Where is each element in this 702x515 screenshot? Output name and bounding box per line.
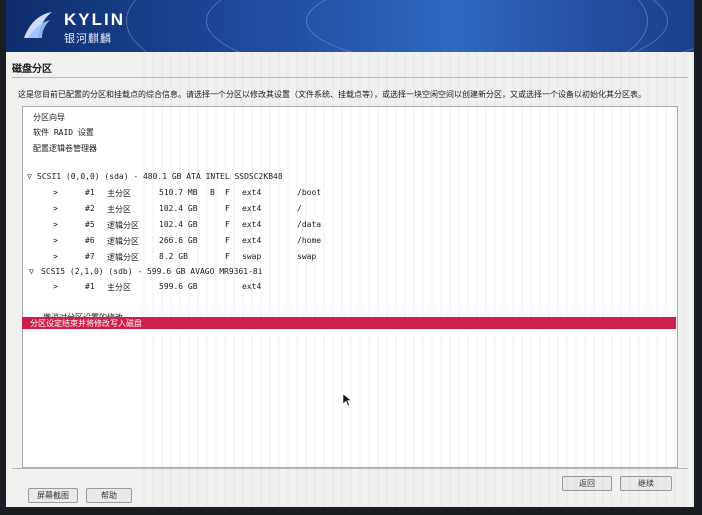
partition-list[interactable]: 分区向导 软件 RAID 设置 配置逻辑卷管理器 ▽ SCSI1 (0,0,0)… [22, 106, 678, 468]
partition-number: #1 [85, 282, 95, 291]
page-description: 这是您目前已配置的分区和挂载点的综合信息。请选择一个分区以修改其设置（文件系统、… [18, 90, 646, 99]
brand-name-cn: 银河麒麟 [64, 32, 112, 45]
partition-number: #7 [85, 252, 95, 261]
partition-type: 逻辑分区 [107, 237, 139, 246]
partition-row[interactable]: > #2 主分区 102.4 GB F ext4 / [23, 204, 677, 217]
partition-flag-format: F [225, 252, 230, 261]
partition-size: 266.6 GB [159, 236, 198, 245]
finish-partitioning-label: 分区设定结束并将修改写入磁盘 [30, 319, 142, 328]
partition-type: 主分区 [107, 283, 131, 292]
partition-mount-point: /home [297, 236, 322, 245]
partition-filesystem: swap [242, 252, 262, 261]
disk-row-sdb[interactable]: ▽ SCSI5 (2,1,0) (sdb) - 599.6 GB AVAGO M… [23, 267, 677, 280]
installer-screen: KYLIN 银河麒麟 磁盘分区 这是您目前已配置的分区和挂载点的综合信息。请选择… [6, 0, 694, 507]
partition-number: #2 [85, 204, 95, 213]
partition-size: 510.7 MB [159, 188, 198, 197]
partition-filesystem: ext4 [242, 188, 262, 197]
kylin-logo-icon [24, 12, 52, 38]
partition-row[interactable]: > #1 主分区 510.7 MB B F ext4 /boot [23, 188, 677, 201]
partition-mount-point: swap [297, 252, 317, 261]
kylin-banner: KYLIN 银河麒麟 [6, 0, 694, 52]
partition-row[interactable]: > #5 逻辑分区 102.4 GB F ext4 /data [23, 220, 677, 233]
expand-triangle-icon: ▽ [29, 267, 34, 276]
disk-label: SCSI1 (0,0,0) (sda) - 480.1 GB ATA INTEL… [37, 172, 283, 181]
disk-row-sda[interactable]: ▽ SCSI1 (0,0,0) (sda) - 480.1 GB ATA INT… [23, 172, 677, 185]
chevron-right-icon: > [53, 204, 58, 213]
partition-mount-point: /boot [297, 188, 322, 197]
partition-mount-point: /data [297, 220, 322, 229]
partition-type: 主分区 [107, 205, 131, 214]
partition-type: 逻辑分区 [107, 221, 139, 230]
continue-button[interactable]: 继续 [620, 476, 672, 491]
partition-number: #6 [85, 236, 95, 245]
partition-mount-point: / [297, 204, 302, 213]
chevron-right-icon: > [53, 220, 58, 229]
partition-flag-format: F [225, 188, 230, 197]
partition-row[interactable]: > #1 主分区 599.6 GB ext4 [23, 282, 677, 295]
partition-row[interactable]: > #7 逻辑分区 8.2 GB F swap swap [23, 252, 677, 265]
partition-flag-format: F [225, 220, 230, 229]
brand-name: KYLIN [64, 10, 125, 29]
disk-label: SCSI5 (2,1,0) (sdb) - 599.6 GB AVAGO MR9… [41, 267, 263, 276]
partition-type: 逻辑分区 [107, 253, 139, 262]
menu-item-software-raid[interactable]: 软件 RAID 设置 [33, 127, 94, 138]
divider [12, 468, 688, 469]
partition-flag-bootable: B [210, 188, 215, 197]
expand-triangle-icon: ▽ [27, 172, 32, 181]
partition-number: #1 [85, 188, 95, 197]
partition-size: 599.6 GB [159, 282, 198, 291]
partition-flag-format: F [225, 236, 230, 245]
back-button[interactable]: 返回 [562, 476, 612, 491]
divider [12, 77, 688, 78]
chevron-right-icon: > [53, 236, 58, 245]
partition-flag-format: F [225, 204, 230, 213]
screenshot-button[interactable]: 屏幕截图 [28, 488, 78, 503]
partition-filesystem: ext4 [242, 220, 262, 229]
menu-item-configure-lvm[interactable]: 配置逻辑卷管理器 [33, 143, 97, 154]
chevron-right-icon: > [53, 282, 58, 291]
partition-size: 102.4 GB [159, 204, 198, 213]
partition-number: #5 [85, 220, 95, 229]
chevron-right-icon: > [53, 252, 58, 261]
menu-item-guided-partitioning[interactable]: 分区向导 [33, 112, 65, 123]
partition-filesystem: ext4 [242, 282, 262, 291]
partition-size: 102.4 GB [159, 220, 198, 229]
finish-partitioning-item[interactable]: 分区设定结束并将修改写入磁盘 [22, 317, 676, 329]
partition-filesystem: ext4 [242, 236, 262, 245]
partition-filesystem: ext4 [242, 204, 262, 213]
chevron-right-icon: > [53, 188, 58, 197]
partition-type: 主分区 [107, 189, 131, 198]
page-title: 磁盘分区 [12, 64, 52, 75]
help-button[interactable]: 帮助 [86, 488, 132, 503]
mouse-pointer-icon [343, 394, 352, 406]
partition-row[interactable]: > #6 逻辑分区 266.6 GB F ext4 /home [23, 236, 677, 249]
partition-size: 8.2 GB [159, 252, 188, 261]
